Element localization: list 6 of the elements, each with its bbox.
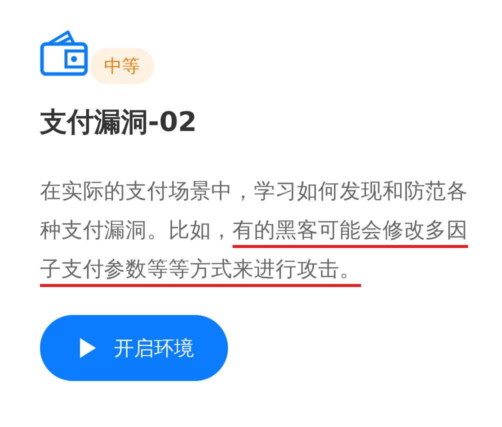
title: 支付漏洞-02 (40, 106, 198, 140)
difficulty-badge: 中等 (90, 48, 154, 84)
wallet-icon (40, 28, 90, 78)
description: 在实际的支付场景中，学习如何发现和防范各种支付漏洞。比如，有的黑客可能会修改多因子支付参数等等方式来进行攻击。 (40, 178, 470, 283)
start-environment-button[interactable]: 开启环境 (40, 315, 228, 381)
play-icon (80, 338, 96, 358)
